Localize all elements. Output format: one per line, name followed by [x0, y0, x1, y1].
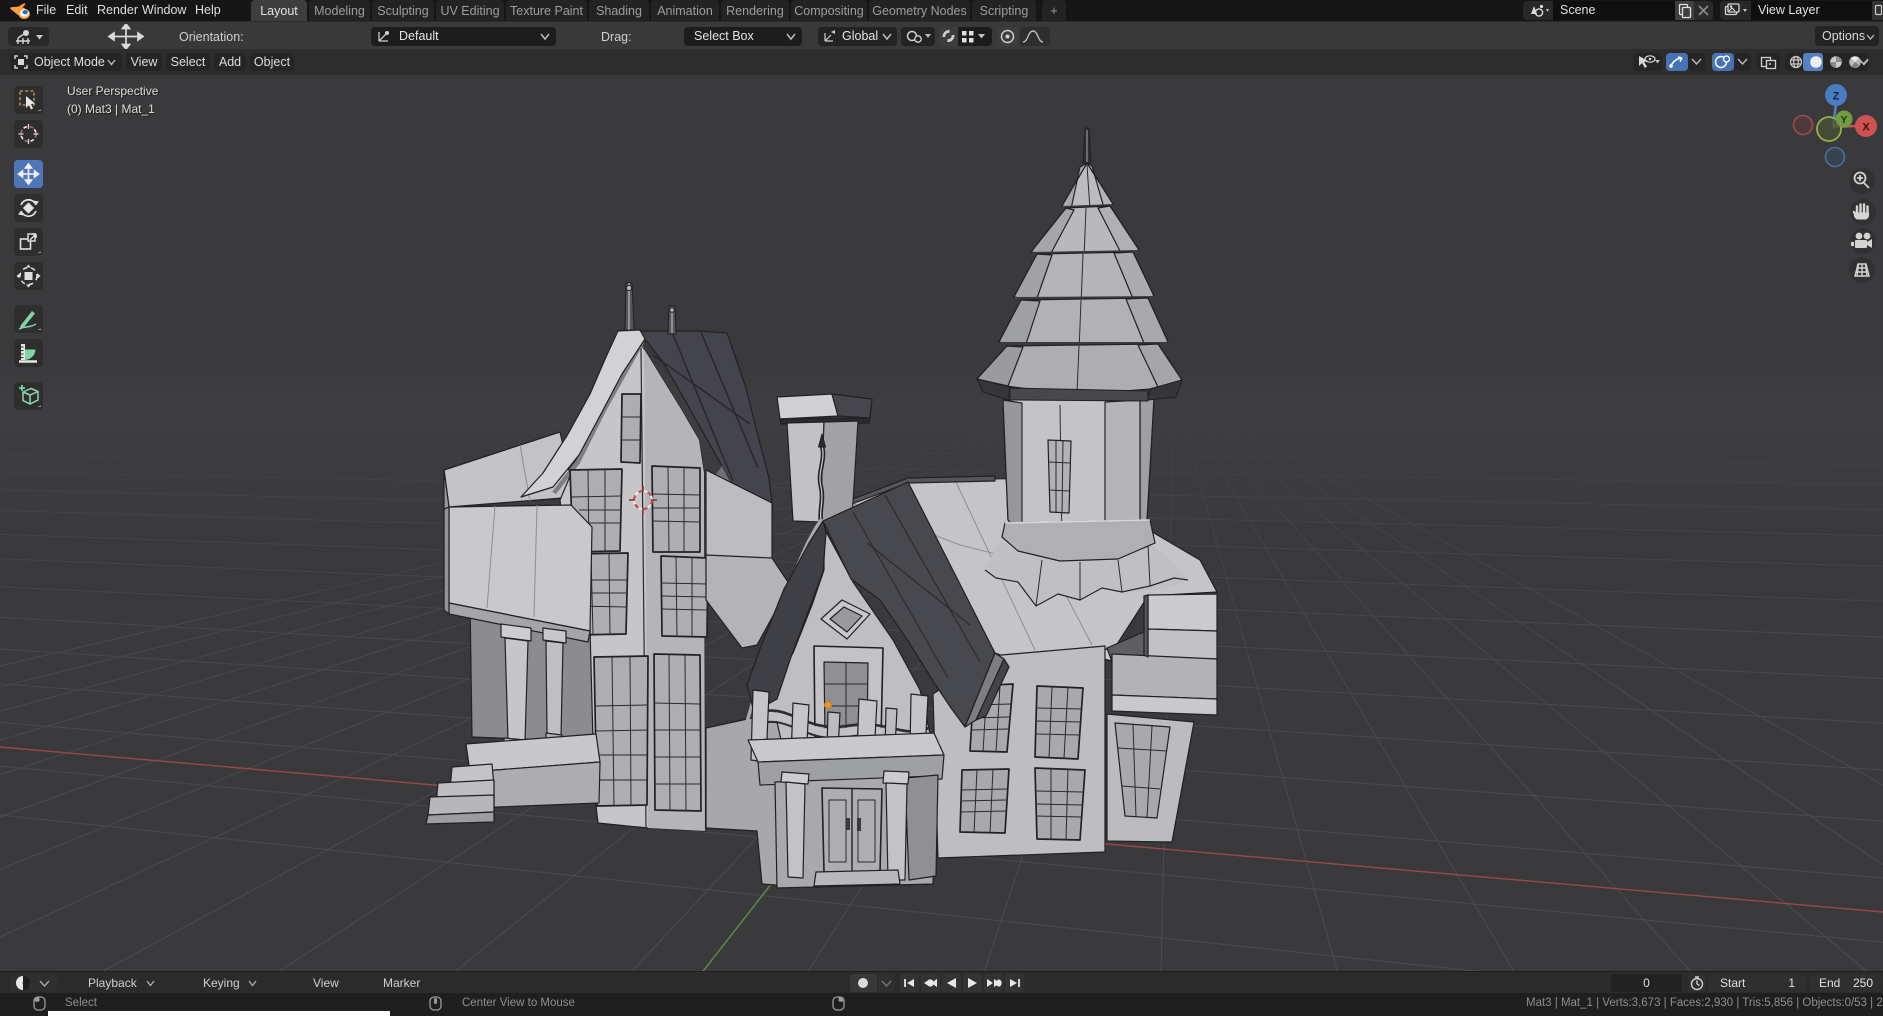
svg-text:X: X [1862, 122, 1870, 134]
svg-text:Y: Y [1841, 115, 1848, 126]
svg-text:Z: Z [1833, 91, 1840, 103]
